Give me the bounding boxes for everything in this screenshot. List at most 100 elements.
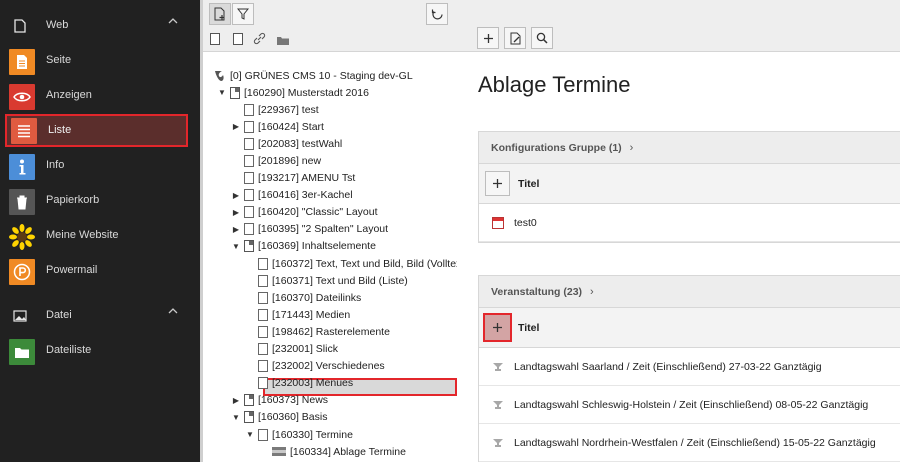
tree-root[interactable]: [0] GRÜNES CMS 10 - Staging dev-GL bbox=[213, 67, 413, 84]
edit-icon bbox=[510, 32, 520, 44]
record-title[interactable]: Landtagswahl Schleswig-Holstein / Zeit (… bbox=[514, 399, 868, 411]
tree-row[interactable]: ▶ [160395] "2 Spalten" Layout bbox=[231, 221, 388, 238]
tree-row[interactable]: [202083] testWahl bbox=[231, 135, 342, 152]
module-powermail[interactable]: Powermail bbox=[0, 254, 200, 289]
caret-down-icon[interactable]: ▼ bbox=[231, 242, 241, 251]
module-label: Powermail bbox=[46, 264, 98, 276]
tree-row[interactable]: ▶ [160373] News bbox=[231, 392, 328, 409]
page-icon bbox=[244, 240, 254, 253]
caret-right-icon[interactable]: ▶ bbox=[231, 225, 241, 234]
module-group-datei[interactable]: Datei bbox=[0, 298, 200, 334]
chevron-right-icon[interactable]: › bbox=[590, 286, 594, 298]
tree-row[interactable]: ▶ [160416] 3er-Kachel bbox=[231, 187, 353, 204]
tree-row[interactable]: [232003] Menues bbox=[245, 375, 353, 392]
tree-row-label: [232002] Verschiedenes bbox=[272, 360, 385, 373]
shortcut-doktype-icon[interactable] bbox=[233, 33, 243, 45]
page-icon bbox=[258, 308, 268, 321]
tree-row[interactable]: ▼ [160290] Musterstadt 2016 bbox=[217, 84, 369, 101]
panel-column-header: Titel bbox=[479, 164, 900, 204]
new-page-button[interactable] bbox=[209, 3, 231, 25]
tree-row-label: [160360] Basis bbox=[258, 411, 328, 424]
tree-row[interactable]: ▶ [160424] Start bbox=[231, 118, 324, 135]
caret-down-icon[interactable]: ▼ bbox=[245, 430, 255, 439]
tree-row[interactable]: [160370] Dateilinks bbox=[245, 289, 361, 306]
caret-right-icon[interactable]: ▶ bbox=[231, 396, 241, 405]
tree-row[interactable]: [198462] Rasterelemente bbox=[245, 323, 390, 340]
module-info[interactable]: Info bbox=[0, 149, 200, 184]
folder-doktype-icon[interactable] bbox=[276, 33, 290, 51]
caret-right-icon[interactable]: ▶ bbox=[231, 191, 241, 200]
page-icon bbox=[258, 343, 268, 355]
module-group-web[interactable]: Web bbox=[0, 8, 200, 44]
chevron-up-icon[interactable] bbox=[168, 16, 178, 28]
tree-row-label: [171443] Medien bbox=[272, 308, 351, 321]
column-title[interactable]: Titel bbox=[518, 178, 539, 190]
refresh-button[interactable] bbox=[426, 3, 448, 25]
record-row[interactable]: Landtagswahl Nordrhein-Westfalen / Zeit … bbox=[479, 424, 900, 462]
record-row[interactable]: Landtagswahl Saarland / Zeit (Einschließ… bbox=[479, 348, 900, 386]
plus-icon bbox=[493, 179, 502, 188]
page-icon bbox=[244, 137, 254, 150]
edit-page-button[interactable] bbox=[504, 27, 526, 49]
page-icon bbox=[258, 377, 268, 390]
page-title: Ablage Termine bbox=[478, 72, 631, 97]
record-title[interactable]: test0 bbox=[514, 217, 537, 229]
tree-row[interactable]: [201896] new bbox=[231, 152, 321, 169]
filter-button[interactable] bbox=[232, 3, 254, 25]
tree-row[interactable]: [171443] Medien bbox=[245, 306, 350, 323]
record-row[interactable]: test0 bbox=[479, 204, 900, 242]
module-label: Info bbox=[46, 159, 65, 171]
search-icon bbox=[536, 32, 548, 44]
caret-down-icon[interactable]: ▼ bbox=[217, 88, 227, 97]
tree-row[interactable]: [193217] AMENU Tst bbox=[231, 170, 355, 187]
tree-row-label: [232003] Menues bbox=[272, 377, 354, 390]
caret-right-icon[interactable]: ▶ bbox=[231, 208, 241, 217]
sunflower-icon bbox=[9, 224, 35, 250]
page-icon bbox=[244, 411, 254, 424]
tree-row-label: [160370] Dateilinks bbox=[272, 291, 362, 304]
tree-row[interactable]: [160372] Text, Text und Bild, Bild (Voll… bbox=[245, 255, 461, 272]
record-row[interactable]: Landtagswahl Schleswig-Holstein / Zeit (… bbox=[479, 386, 900, 424]
panel-header[interactable]: Veranstaltung (23) › bbox=[479, 276, 900, 308]
record-title[interactable]: Landtagswahl Nordrhein-Westfalen / Zeit … bbox=[514, 437, 876, 449]
module-seite[interactable]: Seite bbox=[0, 44, 200, 79]
chevron-right-icon[interactable]: › bbox=[630, 142, 634, 154]
plus-icon bbox=[483, 33, 493, 43]
module-label: Seite bbox=[46, 54, 72, 66]
module-liste[interactable]: Liste bbox=[5, 114, 188, 147]
tree-row[interactable]: ▼ [160360] Basis bbox=[231, 409, 327, 426]
module-papierkorb[interactable]: Papierkorb bbox=[0, 184, 200, 219]
add-record-button[interactable] bbox=[485, 171, 510, 196]
tree-row[interactable]: [160334] Ablage Termine bbox=[259, 443, 406, 460]
link-doktype-icon[interactable] bbox=[253, 32, 266, 50]
page-icon bbox=[244, 154, 254, 167]
module-label: Papierkorb bbox=[46, 194, 100, 206]
event-icon bbox=[491, 436, 504, 449]
tree-row-label: [198462] Rasterelemente bbox=[272, 325, 390, 338]
tree-row[interactable]: ▼ [160330] Termine bbox=[245, 426, 353, 443]
tree-row[interactable]: [232002] Verschiedenes bbox=[245, 358, 385, 375]
column-title[interactable]: Titel bbox=[518, 322, 539, 334]
page-icon bbox=[244, 120, 254, 133]
tree-row[interactable]: [160371] Text und Bild (Liste) bbox=[245, 272, 408, 289]
add-record-button[interactable] bbox=[483, 313, 512, 342]
module-body: Ablage Termine Konfigurations Gruppe (1)… bbox=[457, 52, 900, 462]
module-dateiliste[interactable]: Dateiliste bbox=[0, 334, 200, 369]
add-record-button[interactable] bbox=[477, 27, 499, 49]
caret-right-icon[interactable]: ▶ bbox=[231, 122, 241, 131]
tree-row[interactable]: [232001] Slick bbox=[245, 341, 338, 358]
panel-header[interactable]: Konfigurations Gruppe (1) › bbox=[479, 132, 900, 164]
storage-folder-icon bbox=[272, 447, 286, 457]
tree-row[interactable]: ▼ [160369] Inhaltselemente bbox=[231, 238, 376, 255]
page-doktype-icon[interactable] bbox=[210, 33, 220, 45]
refresh-icon bbox=[431, 9, 443, 19]
chevron-up-icon[interactable] bbox=[168, 306, 178, 318]
caret-down-icon[interactable]: ▼ bbox=[231, 413, 241, 422]
module-anzeigen[interactable]: Anzeigen bbox=[0, 79, 200, 114]
tree-row-label: [160369] Inhaltselemente bbox=[258, 240, 376, 253]
module-meine-website[interactable]: Meine Website bbox=[0, 219, 200, 254]
tree-row[interactable]: ▶ [160420] "Classic" Layout bbox=[231, 204, 378, 221]
search-button[interactable] bbox=[531, 27, 553, 49]
tree-row[interactable]: [229367] test bbox=[231, 101, 319, 118]
record-title[interactable]: Landtagswahl Saarland / Zeit (Einschließ… bbox=[514, 361, 822, 373]
